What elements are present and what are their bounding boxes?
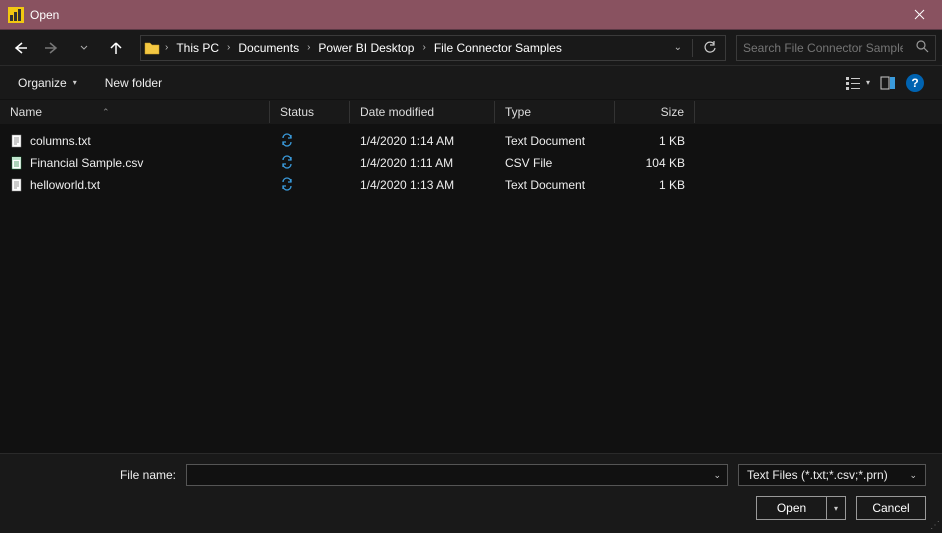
open-dropdown-button[interactable]: ▾ [826,496,846,520]
breadcrumb-item[interactable]: File Connector Samples [428,39,568,57]
file-date: 1/4/2020 1:14 AM [350,134,495,148]
column-header-status[interactable]: Status [270,101,350,123]
recent-dropdown[interactable] [70,35,98,61]
file-icon [10,134,24,148]
chevron-right-icon: › [305,42,312,53]
column-header-date[interactable]: Date modified [350,101,495,123]
folder-icon [143,40,161,56]
file-row[interactable]: Financial Sample.csv 1/4/2020 1:11 AMCSV … [0,152,942,174]
up-button[interactable] [102,35,130,61]
sort-indicator-icon: ⌃ [102,107,110,118]
organize-label: Organize [18,76,67,90]
file-icon [10,178,24,192]
file-name: helloworld.txt [30,178,100,192]
back-button[interactable] [6,35,34,61]
refresh-button[interactable] [697,41,723,55]
breadcrumb[interactable]: › This PC › Documents › Power BI Desktop… [140,35,726,61]
bottom-panel: File name: ⌄ Text Files (*.txt;*.csv;*.p… [0,453,942,533]
chevron-down-icon: ▾ [866,78,870,87]
chevron-down-icon: ⌄ [903,470,917,481]
column-headers: Name ⌃ Status Date modified Type Size [0,100,942,124]
file-type: CSV File [495,156,615,170]
filename-combo[interactable]: ⌄ [186,464,728,486]
forward-button[interactable] [38,35,66,61]
window-title: Open [30,8,59,22]
file-size: 104 KB [615,156,695,170]
filename-label: File name: [16,468,176,482]
sync-icon [280,177,294,194]
cancel-button[interactable]: Cancel [856,496,926,520]
file-name: columns.txt [30,134,91,148]
nav-row: › This PC › Documents › Power BI Desktop… [0,30,942,66]
column-header-type[interactable]: Type [495,101,615,123]
file-name: Financial Sample.csv [30,156,143,170]
view-options-button[interactable]: ▾ [845,76,870,90]
app-icon [8,7,24,23]
search-icon [916,40,929,56]
chevron-right-icon: › [163,42,170,53]
file-type: Text Document [495,178,615,192]
chevron-right-icon: › [225,42,232,53]
chevron-down-icon: ▾ [73,78,77,87]
breadcrumb-item[interactable]: Power BI Desktop [312,39,420,57]
file-icon [10,156,24,170]
file-status [270,155,350,172]
breadcrumb-item[interactable]: This PC [170,39,225,57]
file-row[interactable]: columns.txt 1/4/2020 1:14 AMText Document… [0,130,942,152]
organize-menu[interactable]: Organize ▾ [18,76,77,90]
filename-input[interactable] [193,468,707,482]
sync-icon [280,133,294,150]
file-date: 1/4/2020 1:11 AM [350,156,495,170]
titlebar: Open [0,0,942,30]
new-folder-label: New folder [105,76,162,90]
breadcrumb-dropdown[interactable]: ⌄ [668,42,688,53]
file-list: columns.txt1/4/2020 1:14 AMText Document… [0,124,942,196]
open-button[interactable]: Open [756,496,826,520]
file-type: Text Document [495,134,615,148]
column-header-size[interactable]: Size [615,101,695,123]
toolbar: Organize ▾ New folder ▾ ? [0,66,942,100]
help-button[interactable]: ? [906,74,924,92]
sync-icon [280,155,294,172]
file-row[interactable]: helloworld.txt 1/4/2020 1:13 AMText Docum… [0,174,942,196]
file-date: 1/4/2020 1:13 AM [350,178,495,192]
file-type-filter[interactable]: Text Files (*.txt;*.csv;*.prn) ⌄ [738,464,926,486]
chevron-down-icon: ▾ [834,504,838,513]
new-folder-button[interactable]: New folder [105,76,162,90]
resize-grip[interactable]: ⋰ [930,520,940,531]
breadcrumb-item[interactable]: Documents [232,39,305,57]
search-box[interactable] [736,35,936,61]
chevron-right-icon: › [420,42,427,53]
close-button[interactable] [897,0,942,30]
file-size: 1 KB [615,134,695,148]
file-status [270,133,350,150]
file-size: 1 KB [615,178,695,192]
preview-pane-button[interactable] [880,76,896,90]
chevron-down-icon[interactable]: ⌄ [707,470,721,481]
column-header-name[interactable]: Name ⌃ [0,101,270,123]
file-status [270,177,350,194]
search-input[interactable] [743,41,903,55]
filter-label: Text Files (*.txt;*.csv;*.prn) [747,468,888,482]
open-button-group: Open ▾ [756,496,846,520]
